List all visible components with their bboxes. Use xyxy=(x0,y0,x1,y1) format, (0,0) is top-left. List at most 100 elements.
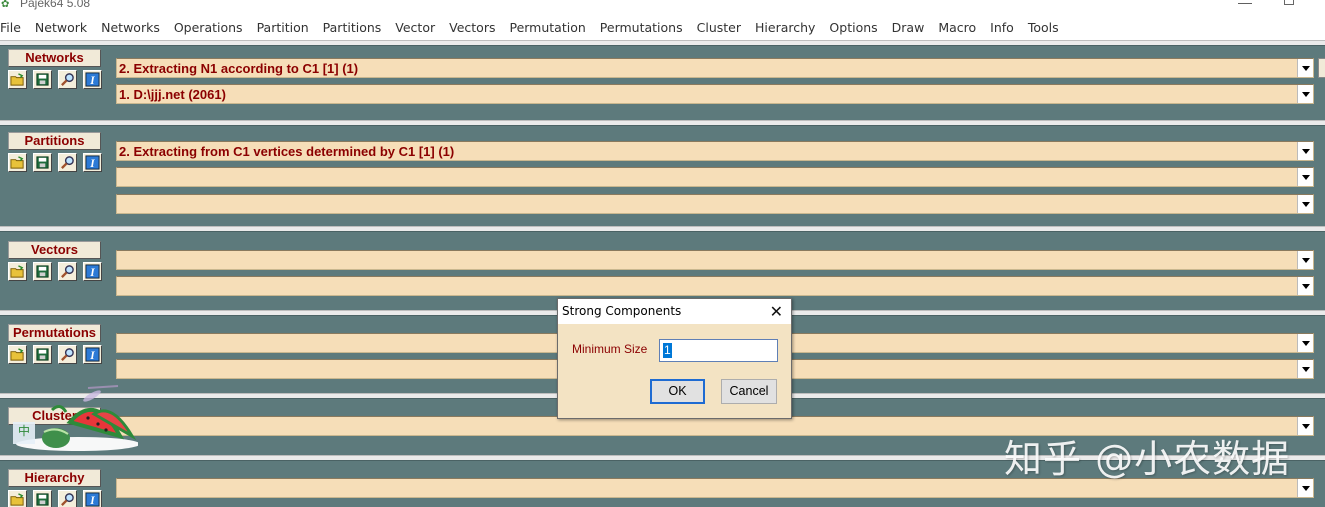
open-folder-icon xyxy=(10,493,24,506)
svg-text:I: I xyxy=(89,495,95,507)
menu-networks[interactable]: Networks xyxy=(94,20,167,35)
hierarchy-label: Hierarchy xyxy=(8,469,101,487)
menu-network[interactable]: Network xyxy=(28,20,94,35)
menu-partition[interactable]: Partition xyxy=(250,20,316,35)
save-icon xyxy=(36,156,49,169)
vectors-toolbar: I xyxy=(8,262,102,281)
close-icon[interactable]: ✕ xyxy=(770,302,783,322)
cluster-combo-1-dropdown[interactable] xyxy=(1297,417,1313,435)
strong-components-dialog: Strong Components ✕ Minimum Size 1 OK Ca… xyxy=(557,298,792,419)
permutations-view-button[interactable] xyxy=(58,345,77,364)
partitions-combo-2-dropdown[interactable] xyxy=(1297,168,1313,186)
partitions-save-button[interactable] xyxy=(33,153,52,172)
minimize-button[interactable]: — xyxy=(1238,0,1252,10)
save-icon xyxy=(36,265,49,278)
svg-text:I: I xyxy=(89,158,95,170)
cancel-button[interactable]: Cancel xyxy=(721,379,777,404)
app-logo-icon: ✿ xyxy=(1,0,10,10)
chevron-down-icon xyxy=(1301,201,1310,207)
menu-draw[interactable]: Draw xyxy=(885,20,932,35)
menu-macro[interactable]: Macro xyxy=(931,20,983,35)
hierarchy-info-button[interactable]: I xyxy=(83,490,102,507)
menu-file[interactable]: File xyxy=(0,20,28,35)
vectors-view-button[interactable] xyxy=(58,262,77,281)
partitions-combo-2[interactable] xyxy=(116,167,1314,187)
vectors-combo-1[interactable] xyxy=(116,250,1314,270)
hierarchy-view-button[interactable] xyxy=(58,490,77,507)
hierarchy-toolbar: I xyxy=(8,490,102,507)
vectors-combo-1-dropdown[interactable] xyxy=(1297,251,1313,269)
partitions-combo-1[interactable]: 2. Extracting from C1 vertices determine… xyxy=(116,141,1314,161)
hierarchy-save-button[interactable] xyxy=(33,490,52,507)
minimum-size-input[interactable]: 1 xyxy=(659,339,778,362)
open-folder-icon xyxy=(10,348,24,361)
permutations-combo-2-dropdown[interactable] xyxy=(1297,360,1313,378)
menu-permutation[interactable]: Permutation xyxy=(502,20,592,35)
partitions-combo-3[interactable] xyxy=(116,194,1314,214)
partitions-combo-1-dropdown[interactable] xyxy=(1297,142,1313,160)
window-title: Pajek64 5.08 xyxy=(20,0,91,10)
info-icon: I xyxy=(85,155,100,170)
menu-options[interactable]: Options xyxy=(822,20,884,35)
permutations-open-button[interactable] xyxy=(8,345,27,364)
networks-label: Networks xyxy=(8,49,101,67)
vectors-open-button[interactable] xyxy=(8,262,27,281)
networks-open-button[interactable] xyxy=(8,70,27,89)
permutations-info-button[interactable]: I xyxy=(83,345,102,364)
watermelon-sticker-icon: 中 xyxy=(13,385,138,451)
magnifier-icon xyxy=(61,265,74,278)
info-icon: I xyxy=(85,264,100,279)
partitions-view-button[interactable] xyxy=(58,153,77,172)
menu-bar: File Network Networks Operations Partiti… xyxy=(0,14,1325,40)
hierarchy-combo-1-dropdown[interactable] xyxy=(1297,479,1313,497)
menu-tools[interactable]: Tools xyxy=(1021,20,1066,35)
watermark-text: 知乎 @小农数据 xyxy=(1004,437,1291,481)
vectors-label: Vectors xyxy=(8,241,101,259)
hierarchy-open-button[interactable] xyxy=(8,490,27,507)
panel-separator xyxy=(0,40,1325,46)
info-icon: I xyxy=(85,72,100,87)
menu-info[interactable]: Info xyxy=(983,20,1021,35)
partitions-info-button[interactable]: I xyxy=(83,153,102,172)
vectors-save-button[interactable] xyxy=(33,262,52,281)
menu-vector[interactable]: Vector xyxy=(388,20,442,35)
permutations-toolbar: I xyxy=(8,345,102,364)
permutations-save-button[interactable] xyxy=(33,345,52,364)
vectors-combo-2[interactable] xyxy=(116,276,1314,296)
menu-hierarchy[interactable]: Hierarchy xyxy=(748,20,822,35)
ok-button[interactable]: OK xyxy=(650,379,705,404)
networks-combo-1[interactable]: 2. Extracting N1 according to C1 [1] (1) xyxy=(116,58,1314,78)
maximize-button[interactable] xyxy=(1284,0,1294,5)
menu-operations[interactable]: Operations xyxy=(167,20,250,35)
panel-separator xyxy=(0,226,1325,232)
chevron-down-icon xyxy=(1301,174,1310,180)
networks-combo-1-dropdown[interactable] xyxy=(1297,59,1313,77)
chevron-down-icon xyxy=(1301,65,1310,71)
networks-combo-2-dropdown[interactable] xyxy=(1297,85,1313,103)
networks-save-button[interactable] xyxy=(33,70,52,89)
menu-cluster[interactable]: Cluster xyxy=(690,20,748,35)
networks-view-button[interactable] xyxy=(58,70,77,89)
window-title-bar: ✿ Pajek64 5.08 — xyxy=(0,0,1325,14)
menu-permutations[interactable]: Permutations xyxy=(593,20,690,35)
vectors-combo-2-dropdown[interactable] xyxy=(1297,277,1313,295)
svg-text:中: 中 xyxy=(18,423,30,438)
partitions-open-button[interactable] xyxy=(8,153,27,172)
networks-edge-button[interactable] xyxy=(1318,58,1325,78)
svg-text:I: I xyxy=(89,75,95,87)
partitions-combo-3-dropdown[interactable] xyxy=(1297,195,1313,213)
networks-info-button[interactable]: I xyxy=(83,70,102,89)
networks-combo-1-text: 2. Extracting N1 according to C1 [1] (1) xyxy=(119,61,359,76)
networks-combo-2[interactable]: 1. D:\jjj.net (2061) xyxy=(116,84,1314,104)
panel-separator xyxy=(0,120,1325,126)
dialog-title-bar[interactable]: Strong Components ✕ xyxy=(558,299,791,324)
vectors-info-button[interactable]: I xyxy=(83,262,102,281)
save-icon xyxy=(36,73,49,86)
permutations-combo-1-dropdown[interactable] xyxy=(1297,334,1313,352)
menu-vectors[interactable]: Vectors xyxy=(442,20,502,35)
menu-partitions[interactable]: Partitions xyxy=(316,20,389,35)
svg-text:I: I xyxy=(89,267,95,279)
chevron-down-icon xyxy=(1301,366,1310,372)
chevron-down-icon xyxy=(1301,91,1310,97)
magnifier-icon xyxy=(61,156,74,169)
